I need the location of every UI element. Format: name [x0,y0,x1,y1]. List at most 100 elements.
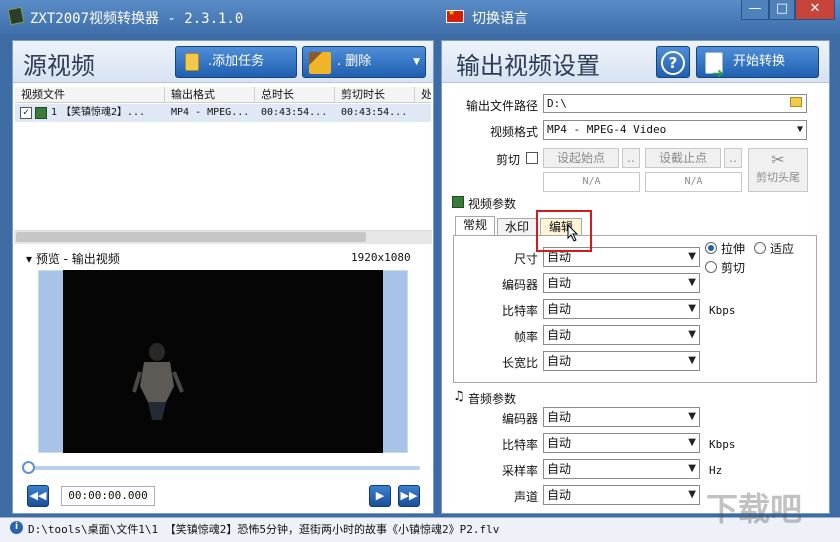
china-flag-icon[interactable] [446,8,464,23]
output-path-field[interactable]: D:\ [543,94,807,113]
col-output-format[interactable]: 输出格式 [165,87,255,103]
bitrate-unit: Kbps [709,304,736,317]
framerate-select[interactable]: 自动 ▼ [543,325,700,345]
audio-bitrate-select[interactable]: 自动 ▼ [543,433,700,453]
chevron-down-icon: ▼ [688,437,696,448]
end-point-value: N/A [645,172,742,192]
start-point-value: N/A [543,172,640,192]
seek-bar[interactable] [22,466,420,470]
prev-frame-button[interactable]: ◀◀ [27,485,49,507]
audio-encoder-select[interactable]: 自动 ▼ [543,407,700,427]
col-total-duration[interactable]: 总时长 [255,87,335,103]
set-end-button[interactable]: 设截止点 [645,148,721,168]
row-checkbox[interactable]: ✓ [20,107,32,119]
tab-general[interactable]: 常规 [455,216,495,236]
aspect-label: 长宽比 [501,356,538,370]
size-value: 自动 [547,250,572,264]
source-panel-header: 源视频 .添加任务 . 删除 ▼ [13,41,433,83]
row-cut-duration: 00:43:54... [341,107,408,118]
fit-radio[interactable] [754,242,766,254]
chevron-down-icon[interactable]: ▼ [413,47,420,77]
samplerate-select[interactable]: 自动 ▼ [543,459,700,479]
stretch-radio[interactable] [705,242,717,254]
close-button[interactable]: ✕ [795,0,835,20]
chevron-down-icon: ▼ [688,277,696,288]
seek-knob[interactable] [22,461,35,474]
row-index: 1 [51,107,58,118]
chevron-down-icon: ▼ [688,463,696,474]
size-label: 尺寸 [513,252,538,266]
chevron-down-icon: ▼ [688,303,696,314]
fit-label: 适应 [770,242,795,256]
delete-label: . 删除 [337,54,372,69]
aspect-value: 自动 [547,354,572,368]
channel-select[interactable]: 自动 ▼ [543,485,700,505]
video-file-icon [35,107,47,119]
help-button[interactable]: ? [656,46,690,78]
switch-language-link[interactable]: 切换语言 [472,8,528,28]
start-convert-label: 开始转换 [733,54,786,69]
channel-label: 声道 [513,490,538,504]
highlight-box [536,210,592,252]
cut-label: 剪切 [495,153,520,167]
film-icon [452,196,464,208]
cut-ends-button[interactable]: ✂ 剪切头尾 [748,148,808,192]
set-start-button[interactable]: 设起始点 [543,148,619,168]
row-duration: 00:43:54... [261,107,328,118]
crop-label: 剪切 [721,261,746,275]
encoder-value: 自动 [547,276,572,290]
music-note-icon: ♫ [453,389,465,404]
encoder-label: 编码器 [501,278,538,292]
file-list-header: 视频文件 输出格式 总时长 剪切时长 处 [15,87,431,103]
aspect-select[interactable]: 自动 ▼ [543,351,700,371]
chevron-down-icon: ▼ [688,489,696,500]
scrollbar-thumb[interactable] [16,232,366,242]
next-frame-button[interactable]: ▶▶ [398,485,420,507]
video-frame[interactable] [63,270,383,453]
col-cut-duration[interactable]: 剪切时长 [335,87,415,103]
minimize-button[interactable]: — [741,0,769,20]
delete-button[interactable]: . 删除 ▼ [302,46,426,78]
bitrate-label: 比特率 [501,304,538,318]
audio-encoder-value: 自动 [547,410,572,424]
app-title: ZXT2007视频转换器 - 2.3.1.0 [30,11,244,27]
end-more-button[interactable]: .. [724,148,742,168]
chevron-down-icon: ▼ [688,329,696,340]
add-task-label: .添加任务 [208,54,265,69]
framerate-label: 帧率 [513,330,538,344]
video-format-select[interactable]: MP4 - MPEG-4 Video ▼ [543,120,807,140]
info-icon: i [10,521,23,534]
output-title: 输出视频设置 [456,52,600,80]
source-title: 源视频 [23,52,95,80]
col-processing[interactable]: 处 [415,87,431,103]
samplerate-value: 自动 [547,462,572,476]
watermark-logo: 下载吧 [706,490,803,528]
audio-bitrate-unit: Kbps [709,438,736,451]
crop-radio[interactable] [705,261,717,273]
video-params-label: 视频参数 [468,197,517,211]
preview-label[interactable]: ▾ 预览 - 输出视频 [26,250,120,267]
play-button[interactable]: ▶ [369,485,391,507]
video-format-value: MP4 - MPEG-4 Video [547,123,667,136]
encoder-select[interactable]: 自动 ▼ [543,273,700,293]
status-text: D:\tools\桌面\文件1\1 【笑镇惊魂2】恐怖5分钟，逛街两小时的故事《… [28,523,500,536]
channel-value: 自动 [547,488,572,502]
browse-folder-icon[interactable] [790,97,802,107]
bitrate-select[interactable]: 自动 ▼ [543,299,700,319]
scissors-icon: ✂ [771,150,785,169]
start-convert-button[interactable]: 开始转换 [696,46,819,89]
app-icon [7,6,25,26]
start-more-button[interactable]: .. [622,148,640,168]
audio-bitrate-value: 自动 [547,436,572,450]
add-task-button[interactable]: .添加任务 [175,46,297,78]
chevron-down-icon: ▼ [688,411,696,422]
chevron-down-icon: ▼ [688,251,696,262]
table-row[interactable]: ✓ 1 【笑镇惊魂2】... MP4 - MPEG... 00:43:54...… [15,104,431,122]
samplerate-unit: Hz [709,464,723,477]
maximize-button[interactable]: □ [769,0,795,20]
convert-doc-icon [705,52,724,89]
audio-params-label: 音频参数 [468,392,517,406]
col-video-file[interactable]: 视频文件 [15,87,165,103]
cut-checkbox[interactable] [526,152,538,164]
video-format-label: 视频格式 [489,125,538,139]
